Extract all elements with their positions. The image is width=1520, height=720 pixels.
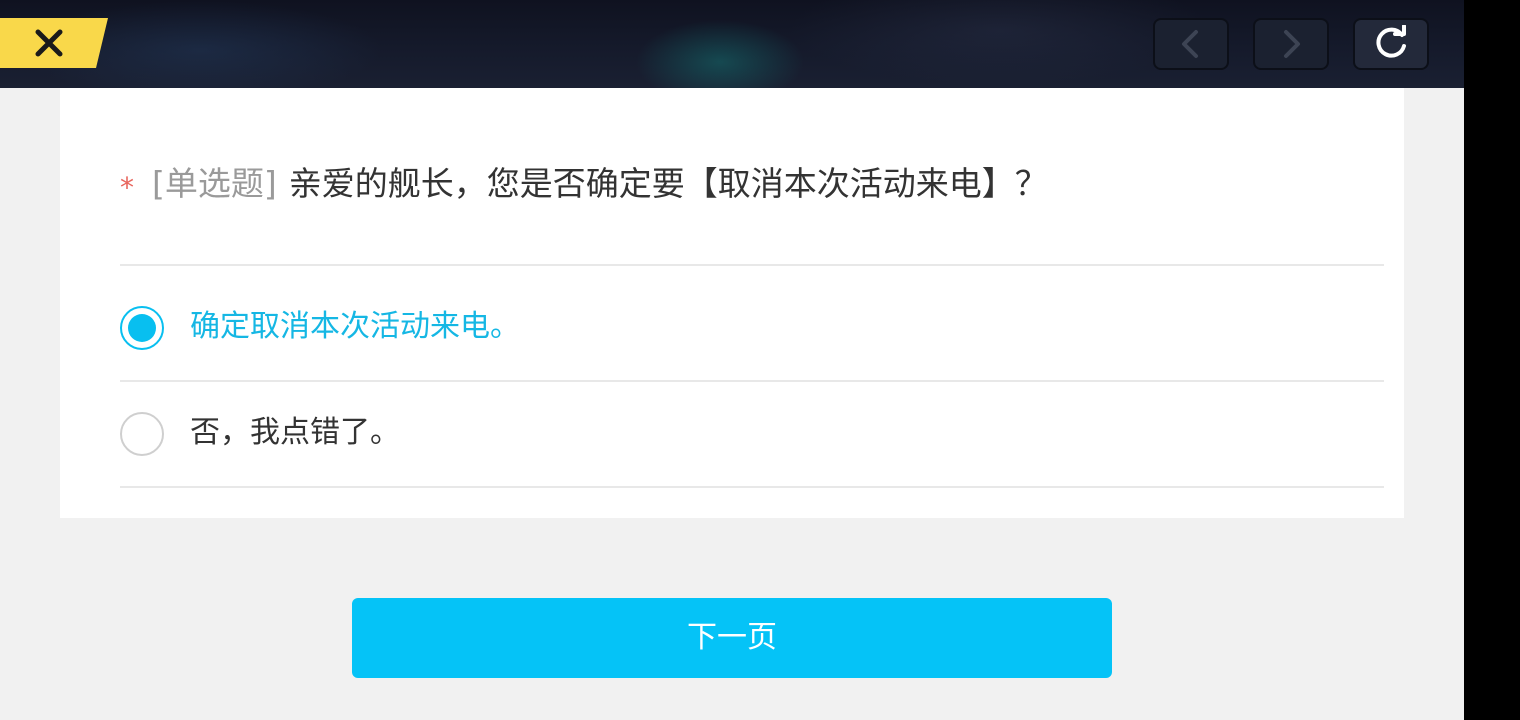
option-confirm-cancel[interactable]: 确定取消本次活动来电。 [120,280,1384,376]
question-card: * [单选题] 亲爱的舰长，您是否确定要【取消本次活动来电】？ 确定取消本次活动来电… [60,88,1404,518]
screen-edge [1464,0,1520,720]
question-text: 亲爱的舰长，您是否确定要【取消本次活动来电】？ [288,164,1048,203]
question-type-label: [单选题] [152,164,277,203]
chevron-right-icon [1284,30,1300,58]
radio-button[interactable] [120,412,164,456]
divider [120,486,1384,488]
survey-page: * [单选题] 亲爱的舰长，您是否确定要【取消本次活动来电】？ 确定取消本次活动来电… [0,0,1464,720]
radio-button-checked[interactable] [120,306,164,350]
forward-button[interactable] [1253,18,1329,70]
divider [120,380,1384,382]
option-label: 否，我点错了。 [190,415,400,450]
option-label: 确定取消本次活动来电。 [190,309,520,344]
option-clicked-by-mistake[interactable]: 否，我点错了。 [120,386,1384,482]
refresh-icon [1376,25,1406,58]
close-icon [0,18,108,68]
top-bar [0,0,1464,88]
next-page-button[interactable]: 下一页 [352,598,1112,678]
divider [120,264,1384,266]
back-button[interactable] [1153,18,1229,70]
refresh-button[interactable] [1353,18,1429,70]
question-title: * [单选题] 亲爱的舰长，您是否确定要【取消本次活动来电】？ [120,160,1344,212]
chevron-left-icon [1182,30,1198,58]
close-button[interactable] [0,18,108,68]
required-mark: * [120,171,134,204]
